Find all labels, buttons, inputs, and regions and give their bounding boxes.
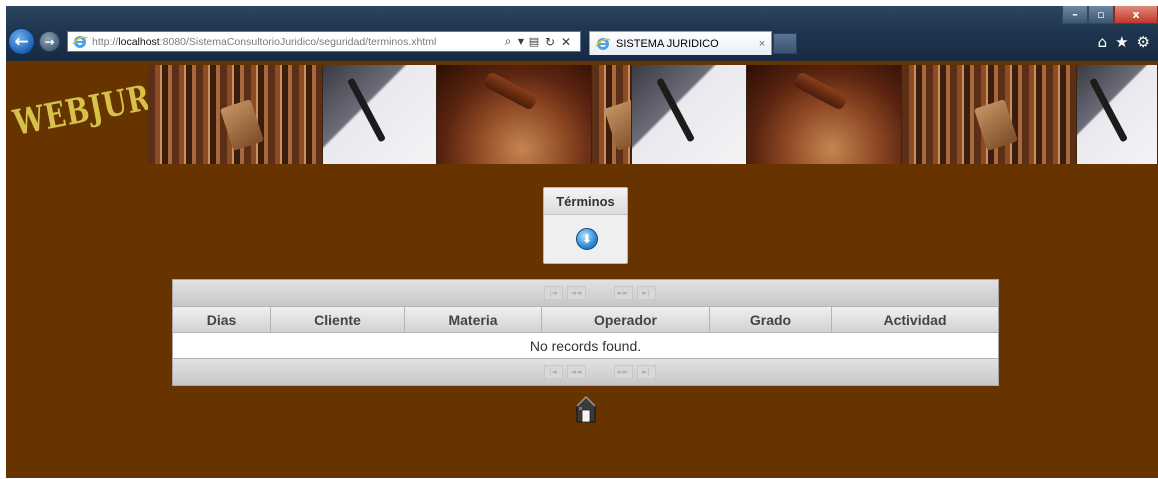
- page-content: WEBJURIS Términos ⬇ |◄ ◄◄ ►► ►| Dias Cli…: [6, 61, 1158, 478]
- forward-button[interactable]: →: [39, 31, 60, 52]
- compat-view-icon[interactable]: ▤: [526, 35, 542, 48]
- close-button[interactable]: x: [1114, 6, 1158, 24]
- table-header: Dias Cliente Materia Operador Grado Acti…: [173, 306, 998, 333]
- first-page-icon[interactable]: |◄: [543, 365, 563, 379]
- download-icon: ⬇: [581, 232, 593, 246]
- gear-icon[interactable]: ⚙: [1137, 33, 1150, 51]
- column-header-grado[interactable]: Grado: [710, 307, 832, 332]
- column-header-cliente[interactable]: Cliente: [271, 307, 405, 332]
- ie-page-icon: [595, 36, 611, 52]
- panel-title: Términos: [544, 188, 627, 215]
- last-page-icon[interactable]: ►|: [636, 286, 656, 300]
- home-icon[interactable]: ⌂: [1098, 33, 1108, 51]
- refresh-icon[interactable]: ↻: [542, 35, 558, 49]
- address-bar[interactable]: http://localhost:8080/SistemaConsultorio…: [67, 31, 581, 52]
- next-page-icon[interactable]: ►►: [613, 365, 633, 379]
- banner-photo-books: [592, 65, 632, 164]
- home-icon[interactable]: [575, 395, 597, 423]
- next-page-icon[interactable]: ►►: [613, 286, 633, 300]
- column-header-materia[interactable]: Materia: [405, 307, 542, 332]
- banner-photo-books: [148, 65, 323, 164]
- banner-photo-books: [902, 65, 1077, 164]
- search-icon[interactable]: ⌕: [500, 34, 516, 49]
- terminos-table: |◄ ◄◄ ►► ►| Dias Cliente Materia Operado…: [172, 279, 999, 386]
- forward-arrow-icon: →: [44, 35, 55, 49]
- title-bar: – ▫ x: [6, 6, 1158, 28]
- empty-message: No records found.: [173, 333, 998, 359]
- tab-close-icon[interactable]: ×: [753, 38, 771, 50]
- browser-toolbar: ⌂ ★ ⚙: [1098, 33, 1150, 51]
- stop-icon[interactable]: ✕: [558, 35, 574, 49]
- banner-photo-pen: [1077, 65, 1158, 164]
- back-arrow-icon: ←: [14, 32, 29, 52]
- banner-image: [148, 65, 1158, 164]
- banner-photo-gavel: [747, 65, 902, 164]
- banner-photo-pen: [323, 65, 437, 164]
- back-button[interactable]: ←: [8, 28, 35, 55]
- url-text[interactable]: http://localhost:8080/SistemaConsultorio…: [92, 36, 500, 48]
- tab-sistema-juridico[interactable]: SISTEMA JURIDICO ×: [589, 31, 772, 55]
- browser-chrome: – ▫ x ← → http://localhost:8080/SistemaC…: [6, 6, 1158, 61]
- tab-title: SISTEMA JURIDICO: [616, 37, 719, 50]
- column-header-operador[interactable]: Operador: [542, 307, 710, 332]
- download-button[interactable]: ⬇: [576, 228, 598, 250]
- star-icon[interactable]: ★: [1115, 33, 1128, 51]
- first-page-icon[interactable]: |◄: [543, 286, 563, 300]
- column-header-dias[interactable]: Dias: [173, 307, 271, 332]
- banner-photo-gavel: [437, 65, 592, 164]
- banner-photo-pen: [632, 65, 747, 164]
- paginator-bottom: |◄ ◄◄ ►► ►|: [173, 359, 998, 385]
- terminos-panel: Términos ⬇: [543, 187, 628, 264]
- restore-button[interactable]: ▫: [1088, 6, 1114, 24]
- dropdown-icon[interactable]: ▼: [516, 37, 526, 46]
- new-tab-button[interactable]: [773, 33, 797, 54]
- prev-page-icon[interactable]: ◄◄: [566, 286, 586, 300]
- window-controls: – ▫ x: [1062, 6, 1158, 24]
- column-header-actividad[interactable]: Actividad: [832, 307, 998, 332]
- minimize-button[interactable]: –: [1062, 6, 1088, 24]
- last-page-icon[interactable]: ►|: [636, 365, 656, 379]
- prev-page-icon[interactable]: ◄◄: [566, 365, 586, 379]
- paginator-top: |◄ ◄◄ ►► ►|: [173, 280, 998, 306]
- ie-page-icon: [72, 34, 88, 50]
